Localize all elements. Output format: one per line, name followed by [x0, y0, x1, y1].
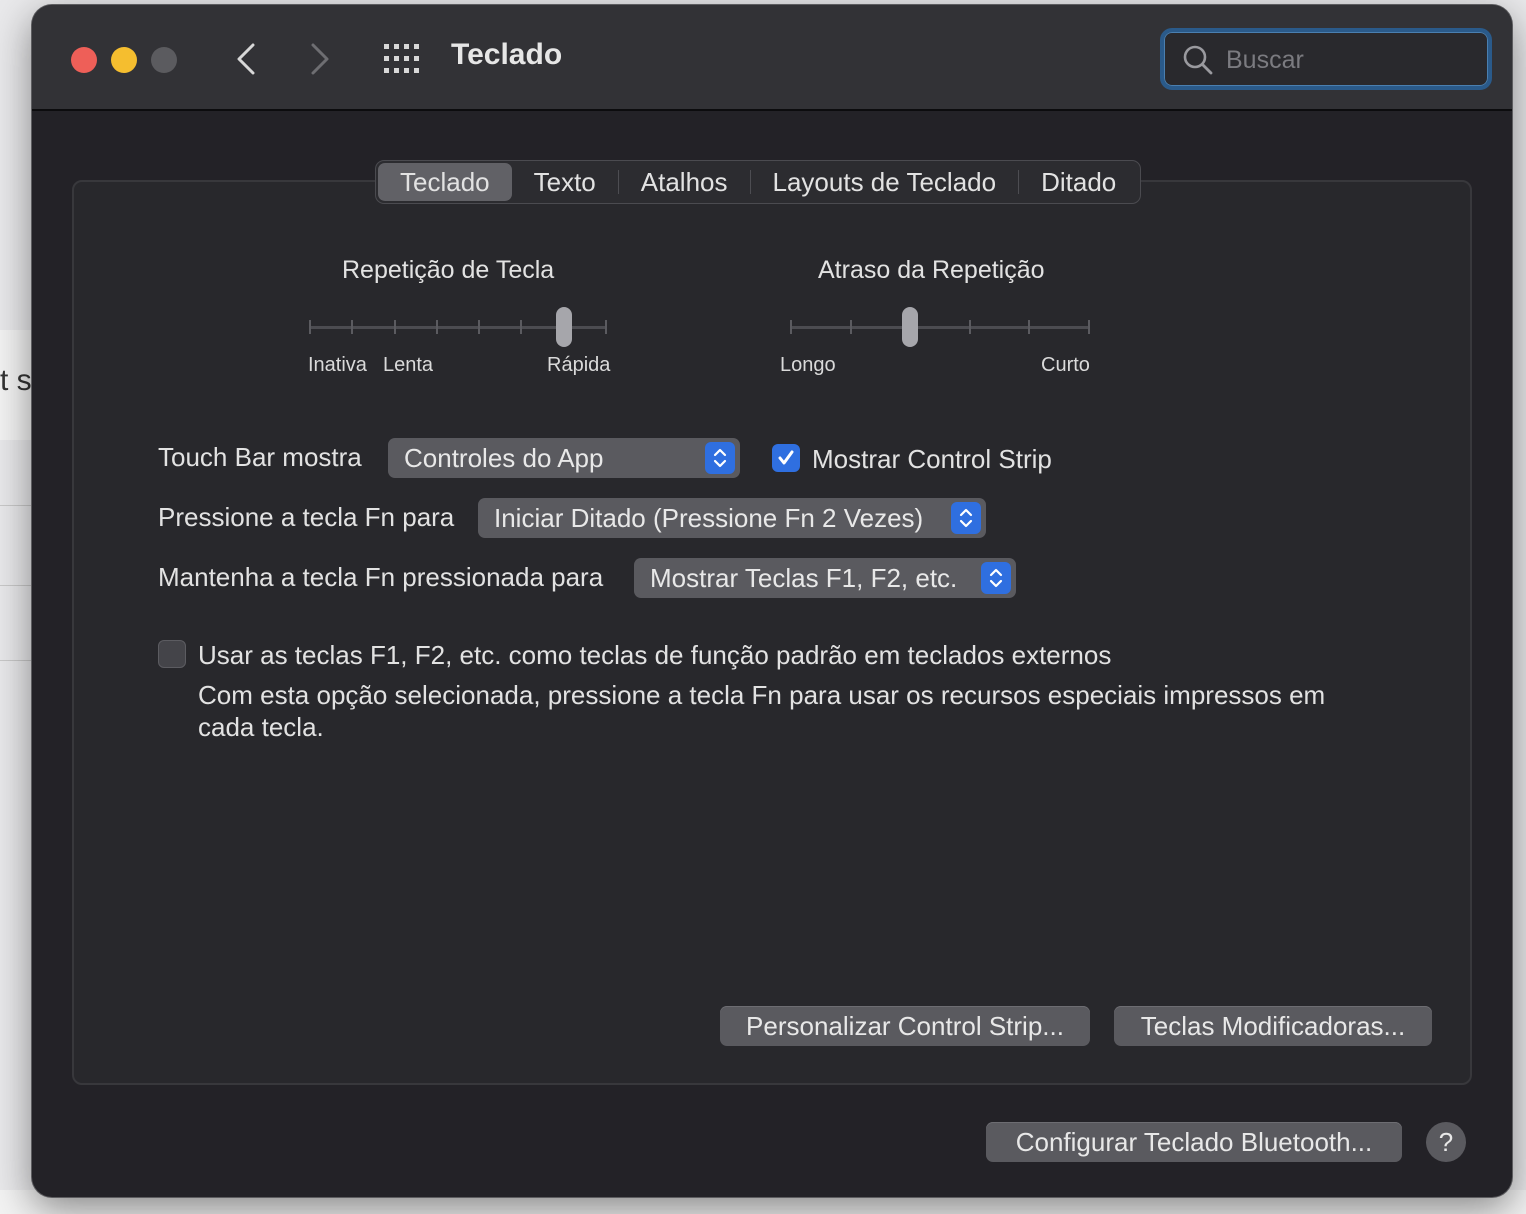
key-repeat-tick — [605, 320, 607, 334]
forward-button[interactable] — [300, 39, 340, 79]
touch-bar-popup-value: Controles do App — [404, 442, 604, 473]
key-repeat-thumb[interactable] — [556, 307, 572, 347]
function-keys-description-line1: Com esta opção selecionada, pressione a … — [198, 680, 1326, 710]
function-keys-description-line2: cada tecla. — [198, 712, 324, 742]
grid-icon — [384, 44, 419, 73]
fn-press-popup[interactable]: Iniciar Ditado (Pressione Fn 2 Vezes) — [478, 498, 986, 538]
touch-bar-popup[interactable]: Controles do App — [388, 438, 740, 478]
background-divider — [0, 585, 36, 586]
content-pane — [72, 180, 1472, 1085]
touch-bar-label: Touch Bar mostra — [158, 442, 362, 472]
fn-press-label: Pressione a tecla Fn para — [158, 502, 455, 532]
key-repeat-tick — [394, 320, 396, 334]
background-app-text: t s — [0, 364, 32, 397]
tab-layouts-de-teclado[interactable]: Layouts de Teclado — [751, 163, 1019, 201]
tab-bar: Teclado Texto Atalhos Layouts de Teclado… — [375, 160, 1142, 204]
search-field[interactable] — [1160, 28, 1492, 90]
tab-teclado[interactable]: Teclado — [378, 163, 512, 201]
chevron-right-icon — [311, 43, 329, 75]
chevron-left-icon — [237, 43, 255, 75]
repeat-delay-caption-short: Curto — [1041, 354, 1090, 376]
minimize-button[interactable] — [111, 47, 137, 73]
key-repeat-tick — [351, 320, 353, 334]
preferences-window: Teclado Teclado Texto Atalhos Layouts de… — [32, 5, 1512, 1197]
updown-chevron-icon — [981, 562, 1011, 594]
tab-atalhos[interactable]: Atalhos — [619, 163, 750, 201]
search-icon — [1183, 45, 1213, 75]
fn-hold-popup-value: Mostrar Teclas F1, F2, etc. — [650, 562, 958, 593]
tab-texto[interactable]: Texto — [512, 163, 618, 201]
modifier-keys-button[interactable]: Teclas Modificadoras... — [1114, 1006, 1432, 1046]
tab-ditado[interactable]: Ditado — [1019, 163, 1138, 201]
repeat-delay-slider[interactable] — [790, 307, 1090, 347]
key-repeat-tick — [520, 320, 522, 334]
key-repeat-slider[interactable] — [309, 307, 607, 347]
titlebar: Teclado — [32, 5, 1512, 111]
repeat-delay-tick — [1028, 320, 1030, 334]
key-repeat-tick — [436, 320, 438, 334]
updown-chevron-icon — [705, 442, 735, 474]
function-keys-checkbox[interactable] — [158, 640, 186, 668]
repeat-delay-tick — [790, 320, 792, 334]
key-repeat-caption-off: Inativa — [308, 354, 367, 376]
search-input[interactable] — [1226, 42, 1466, 78]
repeat-delay-tick — [1088, 320, 1090, 334]
repeat-delay-tick — [969, 320, 971, 334]
key-repeat-label: Repetição de Tecla — [342, 256, 555, 284]
key-repeat-caption-slow: Lenta — [383, 354, 434, 376]
help-button[interactable]: ? — [1426, 1122, 1466, 1162]
close-button[interactable] — [71, 47, 97, 73]
control-strip-label: Mostrar Control Strip — [812, 444, 1052, 474]
key-repeat-caption-fast: Rápida — [547, 354, 611, 376]
key-repeat-tick — [478, 320, 480, 334]
checkmark-icon — [778, 450, 794, 465]
back-button[interactable] — [226, 39, 266, 79]
fn-hold-popup[interactable]: Mostrar Teclas F1, F2, etc. — [634, 558, 1016, 598]
background-divider — [0, 505, 36, 506]
fn-press-popup-value: Iniciar Ditado (Pressione Fn 2 Vezes) — [494, 502, 924, 533]
repeat-delay-tick — [850, 320, 852, 334]
key-repeat-tick — [309, 320, 311, 334]
background-divider — [0, 660, 36, 661]
bluetooth-keyboard-button[interactable]: Configurar Teclado Bluetooth... — [986, 1122, 1402, 1162]
show-all-button[interactable] — [382, 41, 422, 77]
updown-chevron-icon — [951, 502, 981, 534]
repeat-delay-thumb[interactable] — [902, 307, 918, 347]
window-title: Teclado — [451, 38, 563, 71]
repeat-delay-label: Atraso da Repetição — [818, 256, 1045, 284]
function-keys-label: Usar as teclas F1, F2, etc. como teclas … — [198, 640, 1112, 670]
repeat-delay-caption-long: Longo — [780, 354, 836, 376]
control-strip-checkbox[interactable] — [772, 444, 800, 472]
zoom-button[interactable] — [151, 47, 177, 73]
customize-control-strip-button[interactable]: Personalizar Control Strip... — [720, 1006, 1090, 1046]
fn-hold-label: Mantenha a tecla Fn pressionada para — [158, 562, 604, 592]
